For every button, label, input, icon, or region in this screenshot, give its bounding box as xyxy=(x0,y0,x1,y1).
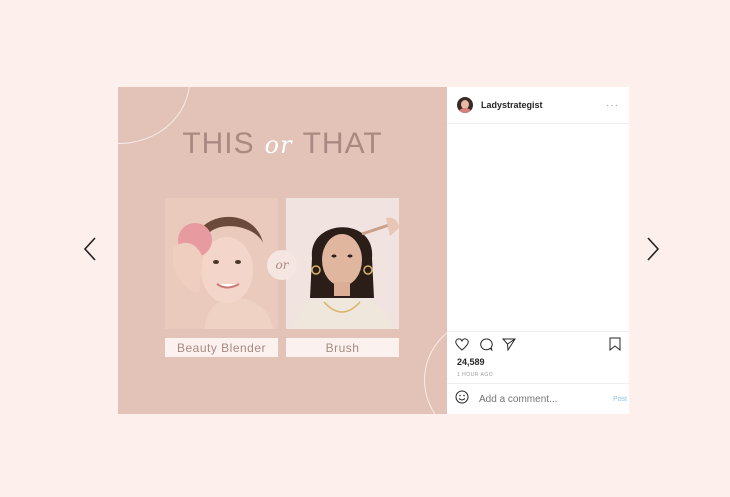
comment-icon[interactable] xyxy=(479,338,493,356)
username[interactable]: Ladystrategist xyxy=(481,100,606,110)
heart-icon[interactable] xyxy=(455,338,469,356)
comment-input[interactable] xyxy=(477,392,613,406)
emoji-icon[interactable] xyxy=(455,390,469,409)
chevron-left-icon[interactable] xyxy=(80,236,102,262)
brush-photo xyxy=(286,198,399,329)
action-bar xyxy=(447,331,629,358)
more-options-icon[interactable]: ··· xyxy=(606,100,619,111)
post-timestamp: 1 HOUR AGO xyxy=(457,372,494,378)
headline-or: or xyxy=(264,131,293,159)
avatar[interactable] xyxy=(457,97,473,113)
post-image: THIS or THAT or Beauty Blender Brush xyxy=(118,87,447,414)
brush-label: Brush xyxy=(286,338,399,357)
bookmark-icon[interactable] xyxy=(609,337,621,356)
beauty-blender-label: Beauty Blender xyxy=(165,338,278,357)
share-icon[interactable] xyxy=(501,338,516,356)
headline: THIS or THAT xyxy=(118,127,447,161)
post-header: Ladystrategist ··· xyxy=(447,87,629,124)
decorative-arc-bottom xyxy=(424,319,447,414)
likes-count[interactable]: 24,589 xyxy=(457,357,485,367)
chevron-right-icon[interactable] xyxy=(643,236,665,262)
beauty-blender-photo xyxy=(165,198,278,329)
or-badge: or xyxy=(267,250,297,280)
post-button[interactable]: Post xyxy=(613,396,627,403)
instagram-post: THIS or THAT or Beauty Blender Brush Lad… xyxy=(118,87,629,414)
headline-this: THIS xyxy=(182,127,255,160)
comment-bar: Post xyxy=(447,383,629,414)
comments-area xyxy=(447,125,629,331)
post-side-panel: Ladystrategist ··· 24,589 1 HOUR AGO Add… xyxy=(447,87,629,414)
headline-that: THAT xyxy=(302,127,383,160)
